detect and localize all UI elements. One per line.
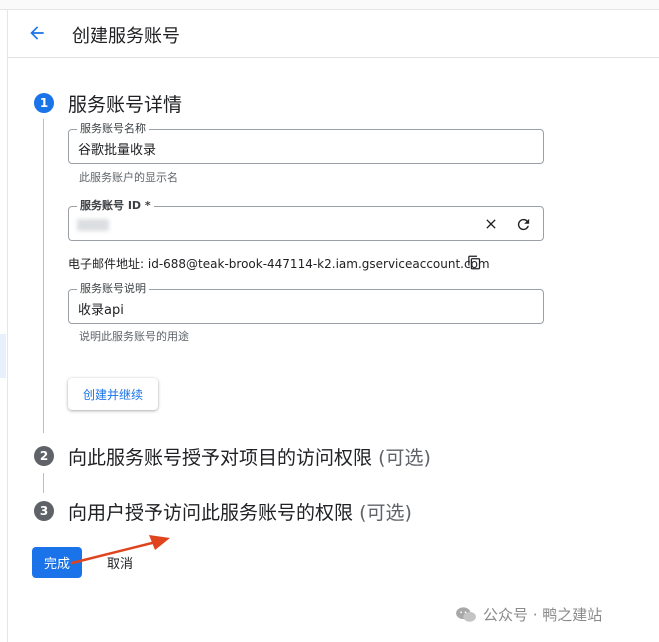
- service-account-description-value: 收录api: [78, 303, 124, 318]
- service-account-id-field[interactable]: 服务账号 ID *: [68, 199, 544, 241]
- watermark: 公众号 · 鸭之建站: [455, 604, 602, 625]
- create-service-account-page: 创建服务账号 1 服务账号详情 服务账号名称 谷歌批量收录 此服务账户的显示名 …: [0, 0, 659, 642]
- step-3-badge: 3: [34, 501, 54, 521]
- create-and-continue-button[interactable]: 创建并继续: [68, 378, 158, 410]
- email-address-value: id-688@teak-brook-447114-k2.iam.gservice…: [147, 257, 490, 271]
- service-account-name-label: 服务账号名称: [77, 122, 149, 136]
- done-button[interactable]: 完成: [32, 547, 82, 578]
- watermark-text: 公众号 · 鸭之建站: [483, 606, 603, 624]
- step-1-title[interactable]: 服务账号详情: [68, 90, 182, 117]
- step-3-optional-tag: (可选): [359, 502, 412, 524]
- step-1-badge: 1: [34, 93, 54, 113]
- service-account-name-value: 谷歌批量收录: [78, 143, 157, 158]
- copy-icon[interactable]: [464, 252, 484, 272]
- page-header: 创建服务账号: [8, 10, 659, 58]
- cancel-button[interactable]: 取消: [100, 547, 140, 578]
- wechat-icon: [456, 606, 476, 622]
- left-panel-highlight: [0, 334, 6, 378]
- service-account-id-value: [77, 219, 109, 231]
- service-account-name-field[interactable]: 服务账号名称 谷歌批量收录: [68, 122, 544, 164]
- email-address-label: 电子邮件地址:: [68, 257, 145, 271]
- step-2-title-text: 向此服务账号授予对项目的访问权限: [68, 447, 373, 469]
- service-account-name-helper: 此服务账户的显示名: [79, 171, 178, 184]
- step-2-connector: [43, 473, 44, 493]
- service-account-description-field[interactable]: 服务账号说明 收录api: [68, 282, 544, 324]
- step-3-title[interactable]: 向用户授予访问此服务账号的权限 (可选): [68, 498, 412, 525]
- close-icon[interactable]: [481, 214, 501, 234]
- step-3-title-text: 向用户授予访问此服务账号的权限: [68, 502, 354, 524]
- top-strip: [0, 0, 659, 10]
- step-2-title[interactable]: 向此服务账号授予对项目的访问权限 (可选): [68, 443, 431, 470]
- service-account-description-label: 服务账号说明: [77, 282, 149, 296]
- step-2-badge: 2: [34, 446, 54, 466]
- service-account-description-helper: 说明此服务账号的用途: [79, 330, 189, 343]
- step-1-connector: [43, 119, 44, 433]
- email-address-row: 电子邮件地址: id-688@teak-brook-447114-k2.iam.…: [68, 255, 490, 272]
- page-title: 创建服务账号: [72, 26, 180, 47]
- left-panel-edge: [7, 10, 8, 642]
- step-2-optional-tag: (可选): [378, 447, 431, 469]
- refresh-icon[interactable]: [513, 214, 533, 234]
- service-account-id-label: 服务账号 ID *: [77, 199, 154, 213]
- arrow-back-icon[interactable]: [24, 20, 50, 46]
